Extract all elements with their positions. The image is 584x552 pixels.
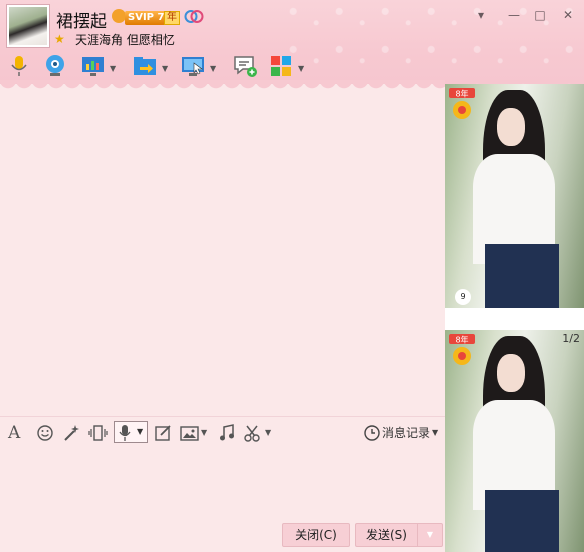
window-menu-button[interactable]: ▾ bbox=[472, 6, 490, 24]
contact-avatar[interactable] bbox=[6, 4, 50, 48]
svg-text:8年: 8年 bbox=[455, 89, 468, 99]
photo-figure-skirt bbox=[485, 244, 559, 308]
photo-figure-face bbox=[497, 354, 525, 392]
apps-icon bbox=[271, 56, 291, 76]
voice-message-button[interactable]: ▼ bbox=[114, 421, 148, 443]
contact-nickname[interactable]: 裙摆起 bbox=[56, 7, 107, 32]
edit-icon[interactable] bbox=[154, 421, 172, 445]
vip-crown-icon bbox=[112, 9, 126, 23]
clock-icon bbox=[364, 425, 380, 441]
magic-wand-icon[interactable] bbox=[62, 421, 80, 445]
close-button[interactable]: 关闭(C) bbox=[282, 523, 350, 547]
emoji-icon[interactable] bbox=[36, 421, 54, 445]
chevron-down-icon[interactable]: ▼ bbox=[265, 421, 271, 445]
image-icon[interactable] bbox=[180, 421, 200, 445]
file-transfer-button[interactable]: ▼ bbox=[132, 53, 174, 79]
photo-pager: 1/2 bbox=[562, 332, 580, 345]
vip-year-badge: 年 bbox=[164, 11, 180, 25]
remote-desktop-button[interactable]: ▼ bbox=[180, 53, 222, 79]
minimize-button[interactable]: — bbox=[505, 6, 523, 24]
remote-desktop-icon bbox=[182, 57, 204, 76]
send-button[interactable]: 发送(S) bbox=[355, 523, 417, 547]
voice-call-icon bbox=[11, 56, 27, 76]
photo-figure-face bbox=[497, 108, 525, 146]
message-input[interactable] bbox=[0, 448, 445, 518]
screen-share-icon bbox=[82, 57, 104, 76]
photo-figure-skirt bbox=[485, 490, 559, 552]
font-icon[interactable]: A bbox=[8, 421, 20, 445]
group-chat-icon bbox=[234, 56, 257, 77]
send-options-button[interactable]: ▼ bbox=[417, 523, 443, 547]
file-transfer-icon bbox=[134, 57, 156, 75]
input-toolbar: A ▼ ▼ ▼ 消息记录 ▼ bbox=[0, 416, 445, 448]
chat-header: 裙摆起 SVIP 7 年 ★ 天涯海角 但愿相忆 ▾ — □ ✕ ▼ ▼ ▼ ▼ bbox=[0, 0, 584, 84]
apps-button[interactable]: ▼ bbox=[268, 53, 310, 79]
maximize-button[interactable]: □ bbox=[531, 6, 549, 24]
chevron-down-icon[interactable]: ▼ bbox=[162, 64, 168, 73]
chevron-down-icon[interactable]: ▼ bbox=[110, 64, 116, 73]
vip-badge[interactable]: SVIP 7 bbox=[125, 11, 168, 25]
qq-age-badge-icon: 8年 bbox=[449, 334, 475, 365]
chevron-down-icon[interactable]: ▼ bbox=[298, 64, 304, 73]
message-history-area[interactable] bbox=[0, 88, 445, 416]
chevron-down-icon[interactable]: ▼ bbox=[201, 421, 207, 445]
chat-window: 裙摆起 SVIP 7 年 ★ 天涯海角 但愿相忆 ▾ — □ ✕ ▼ ▼ ▼ ▼ bbox=[0, 0, 584, 552]
svg-text:8年: 8年 bbox=[455, 335, 468, 345]
contact-show-panel: 8年 9 8年 1/2 bbox=[445, 84, 584, 552]
chevron-down-icon[interactable]: ▼ bbox=[137, 427, 143, 436]
avatar-image bbox=[9, 7, 47, 45]
microphone-icon bbox=[119, 425, 131, 441]
screenshot-scissors-icon[interactable] bbox=[243, 421, 263, 445]
video-call-icon bbox=[46, 55, 64, 76]
music-icon[interactable] bbox=[218, 421, 236, 445]
qq-age-badge-icon: 8年 bbox=[449, 88, 475, 119]
chevron-down-icon: ▼ bbox=[426, 530, 434, 539]
badge-count: 9 bbox=[455, 289, 471, 305]
screen-share-button[interactable]: ▼ bbox=[80, 53, 122, 79]
contact-signature: 天涯海角 但愿相忆 bbox=[75, 33, 175, 47]
qq-show-icon[interactable] bbox=[184, 9, 204, 24]
chevron-down-icon[interactable]: ▼ bbox=[210, 64, 216, 73]
close-window-button[interactable]: ✕ bbox=[559, 6, 577, 24]
message-history-label: 消息记录 bbox=[382, 426, 431, 440]
star-icon: ★ bbox=[54, 32, 65, 46]
show-photo[interactable]: 8年 bbox=[445, 330, 584, 552]
chat-toolbar: ▼ ▼ ▼ ▼ bbox=[0, 50, 440, 82]
vibrate-icon[interactable] bbox=[88, 421, 108, 445]
show-photo[interactable]: 8年 9 bbox=[445, 84, 584, 308]
chevron-down-icon[interactable]: ▼ bbox=[432, 421, 438, 445]
